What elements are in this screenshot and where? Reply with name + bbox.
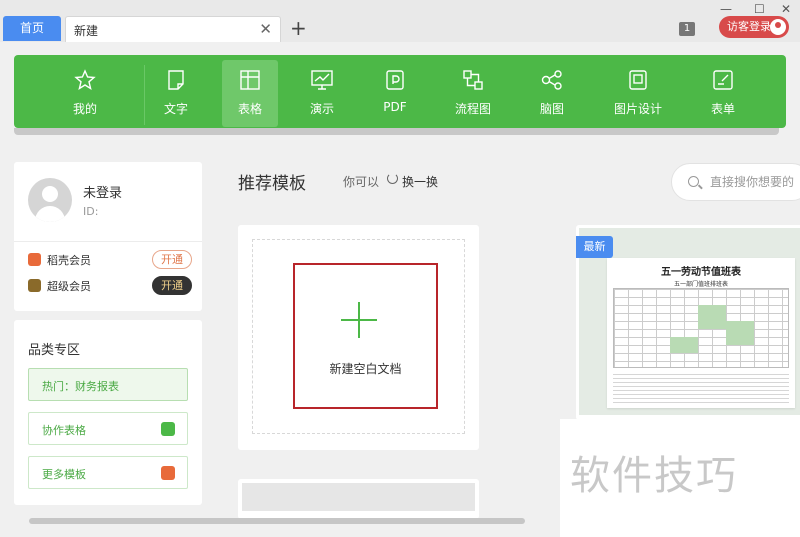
tool-image-design[interactable]: 图片设计: [610, 60, 666, 127]
template-card[interactable]: 五一劳动节值班表 五一部门值班排班表 最新: [576, 225, 800, 420]
plus-icon: [358, 302, 360, 338]
tab-home[interactable]: 首页: [3, 16, 61, 41]
new-blank-document-button[interactable]: 新建空白文档: [293, 263, 438, 409]
template-notes: [613, 371, 789, 403]
template-card-placeholder[interactable]: [238, 479, 479, 519]
form-icon: [713, 70, 733, 90]
user-avatar-icon: [770, 19, 786, 35]
refresh-button[interactable]: 换一换: [402, 173, 438, 190]
pdf-icon: [386, 70, 404, 90]
mindmap-icon: [541, 70, 562, 90]
spreadsheet-icon: [240, 70, 260, 90]
tool-label: 文字: [163, 102, 188, 116]
docer-vip-icon: [28, 253, 41, 266]
minimize-icon[interactable]: —: [720, 2, 732, 16]
visitor-login-button[interactable]: 访客登录: [719, 16, 789, 38]
recommended-templates-title: 推荐模板: [238, 174, 306, 194]
vip-label: 超级会员: [47, 280, 91, 293]
category-label: 热门：财务报表: [42, 380, 119, 393]
visitor-login-label: 访客登录: [727, 20, 771, 33]
refresh-icon[interactable]: [387, 173, 398, 184]
toolbar-divider: [144, 65, 145, 125]
grid-highlight: [726, 321, 754, 345]
template-sheet: 五一劳动节值班表 五一部门值班排班表: [607, 258, 795, 408]
tool-mine[interactable]: 我的: [57, 60, 113, 127]
layers-icon: [161, 422, 175, 436]
search-icon: [688, 176, 699, 187]
close-tab-icon[interactable]: ✕: [259, 20, 272, 38]
category-label: 协作表格: [42, 424, 86, 437]
tab-new-label: 新建: [74, 24, 99, 38]
tool-label: 表单: [710, 102, 735, 116]
add-tab-button[interactable]: +: [290, 17, 307, 39]
template-search[interactable]: [671, 163, 800, 201]
divider: [14, 241, 202, 242]
tool-form[interactable]: 表单: [695, 60, 751, 127]
tool-label: 图片设计: [613, 102, 662, 116]
maximize-icon[interactable]: ☐: [754, 2, 765, 16]
template-grid: [613, 288, 789, 368]
new-blank-label: 新建空白文档: [329, 362, 402, 376]
tool-mindmap[interactable]: 脑图: [524, 60, 580, 127]
presentation-icon: [311, 70, 333, 90]
tool-label: 我的: [72, 102, 97, 116]
grid-highlight: [670, 337, 698, 353]
super-vip-icon: [28, 279, 41, 292]
app-toolbar: 我的 文字 表格 演示 PDF 流程图 脑图 图片设计 表单: [14, 55, 786, 128]
user-card: 未登录 ID: 稻壳会员 开通 超级会员 开通: [14, 162, 202, 311]
recommend-hint: 你可以: [343, 175, 380, 189]
tool-label: 脑图: [539, 102, 564, 116]
thumbnail-placeholder: [242, 483, 475, 511]
tool-flowchart[interactable]: 流程图: [445, 60, 501, 127]
tool-pdf[interactable]: PDF: [367, 60, 423, 127]
category-more-templates[interactable]: 更多模板: [28, 456, 188, 489]
tool-label: 演示: [309, 102, 334, 116]
horizontal-scrollbar[interactable]: [29, 518, 525, 524]
vip-row-docer: 稻壳会员 开通: [28, 250, 192, 270]
docer-icon: [161, 466, 175, 480]
watermark: 软件技巧: [560, 419, 800, 537]
category-label: 更多模板: [42, 468, 86, 481]
new-blank-card: 新建空白文档: [238, 225, 479, 450]
new-badge: 最新: [576, 236, 613, 258]
tool-label: 流程图: [454, 102, 491, 116]
category-hot-finance[interactable]: 热门：财务报表: [28, 368, 188, 401]
category-collab-sheet[interactable]: 协作表格: [28, 412, 188, 445]
category-title: 品类专区: [28, 343, 81, 358]
avatar[interactable]: [28, 178, 72, 222]
grid-highlight: [698, 305, 726, 329]
tab-new[interactable]: 新建 ✕: [65, 16, 281, 42]
category-card: 品类专区 热门：财务报表 协作表格 更多模板: [14, 320, 202, 505]
document-icon: [168, 70, 184, 90]
flowchart-icon: [463, 70, 483, 90]
notification-badge[interactable]: 1: [679, 22, 695, 36]
open-super-vip-button[interactable]: 开通: [152, 276, 192, 295]
search-input[interactable]: [710, 173, 800, 191]
tool-presentation[interactable]: 演示: [294, 60, 350, 127]
vip-row-super: 超级会员 开通: [28, 276, 192, 296]
open-docer-vip-button[interactable]: 开通: [152, 250, 192, 269]
toolbar-scrollbar[interactable]: [14, 128, 779, 135]
image-design-icon: [629, 70, 647, 90]
watermark-text: 软件技巧: [570, 453, 738, 499]
tool-label: PDF: [383, 100, 407, 114]
user-name[interactable]: 未登录: [83, 182, 122, 201]
tool-writer[interactable]: 文字: [148, 60, 204, 127]
user-id: ID:: [83, 205, 99, 218]
tool-spreadsheet[interactable]: 表格: [222, 60, 278, 127]
star-icon: [74, 69, 96, 90]
tool-label: 表格: [237, 102, 262, 116]
title-bar: 首页 新建 ✕ + — ☐ ✕ 1 访客登录: [0, 0, 800, 42]
template-subtitle: 五一部门值班排班表: [673, 281, 728, 288]
window-close-icon[interactable]: ✕: [781, 2, 791, 16]
vip-label: 稻壳会员: [47, 254, 91, 267]
template-title: 五一劳动节值班表: [661, 267, 741, 278]
